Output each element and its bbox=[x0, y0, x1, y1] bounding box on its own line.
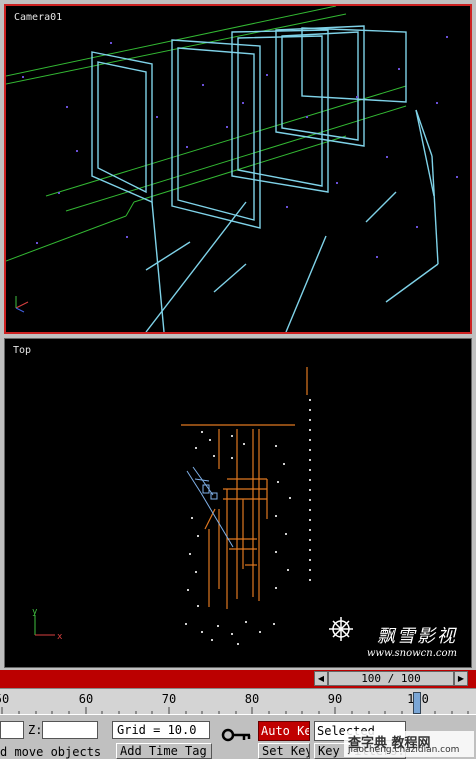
auto-key-button[interactable]: Auto Key bbox=[258, 721, 310, 741]
prompt-line: d move objects bbox=[0, 745, 102, 759]
prev-frame-button[interactable]: ◀ bbox=[314, 671, 328, 686]
tick-label: 80 bbox=[244, 692, 260, 706]
next-frame-button[interactable]: ▶ bbox=[454, 671, 468, 686]
add-time-tag-button[interactable]: Add Time Tag bbox=[116, 743, 212, 759]
time-slider-frame-display[interactable]: 100 / 100 bbox=[328, 671, 454, 686]
viewport-top[interactable]: y x Top 飘雪影视 www.snowcn.com bbox=[4, 338, 472, 668]
site-watermark-url: jiaocheng.chazidian.com bbox=[348, 745, 460, 755]
z-label: Z: bbox=[28, 723, 43, 737]
watermark-url: www.snowcn.com bbox=[366, 648, 457, 659]
top-wireframe-scene: y x bbox=[32, 367, 353, 645]
viewport-label-top[interactable]: Top bbox=[13, 345, 31, 356]
key-icon bbox=[221, 728, 251, 742]
snowflake-logo-icon bbox=[329, 617, 353, 641]
camera-wireframe-scene bbox=[6, 6, 458, 332]
set-key-button[interactable]: Set Key bbox=[258, 743, 310, 759]
viewport-label-camera[interactable]: Camera01 bbox=[14, 12, 62, 23]
site-watermark: 查字典 教程网 jiaocheng.chazidian.com bbox=[344, 731, 474, 757]
key-mode-toggle[interactable] bbox=[218, 725, 254, 753]
viewport-camera[interactable]: Camera01 bbox=[4, 4, 472, 334]
watermark-brand: 飘雪影视 bbox=[377, 626, 457, 647]
svg-text:y: y bbox=[32, 607, 38, 617]
tick-label: 90 bbox=[327, 692, 343, 706]
tick-label: 60 bbox=[78, 692, 94, 706]
z-coord-field[interactable] bbox=[42, 721, 98, 739]
tick-label: 50 bbox=[0, 692, 10, 706]
watermark: 飘雪影视 www.snowcn.com bbox=[353, 622, 457, 659]
status-bar: Z: Grid = 10.0 Auto Key Selected d move … bbox=[0, 714, 476, 759]
grid-size-display: Grid = 10.0 bbox=[112, 721, 210, 739]
tick-label: 70 bbox=[161, 692, 177, 706]
svg-text:x: x bbox=[57, 632, 63, 642]
x-coord-field[interactable] bbox=[0, 721, 24, 739]
current-frame-marker[interactable] bbox=[413, 692, 421, 714]
track-bar-ruler[interactable]: 50 60 70 80 90 100 bbox=[0, 688, 476, 715]
